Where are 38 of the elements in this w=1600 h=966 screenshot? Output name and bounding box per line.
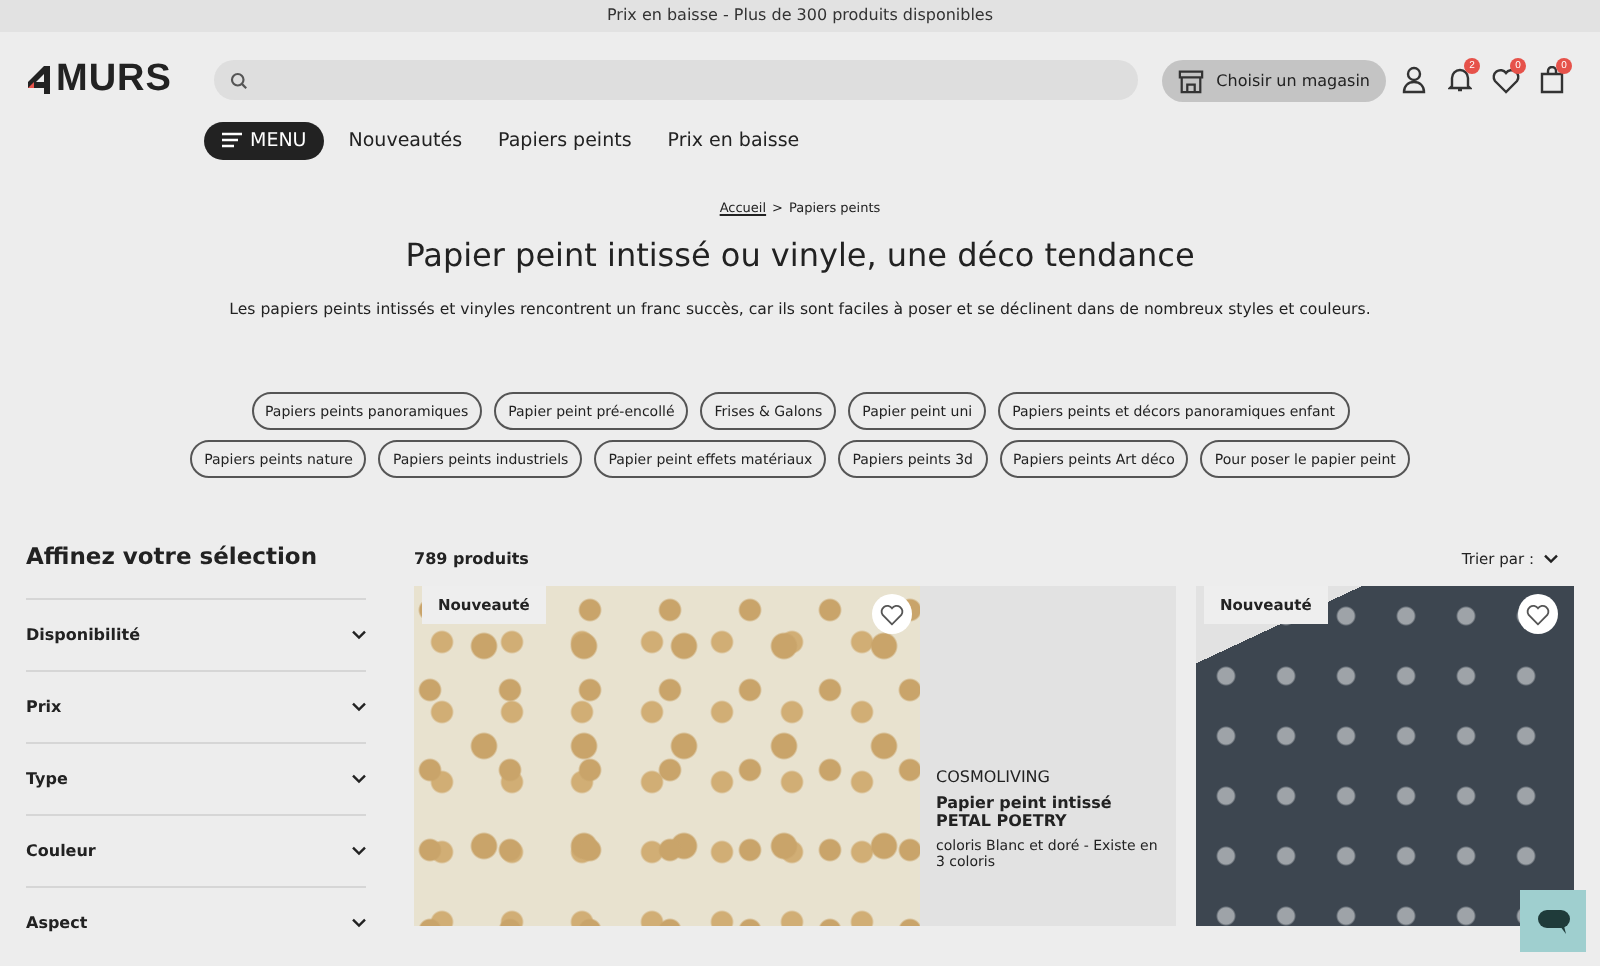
promo-banner: Prix en baisse - Plus de 300 produits disponibles — [0, 0, 1600, 32]
product-count: 789 produits — [414, 550, 529, 568]
chat-bubble-icon — [1535, 907, 1571, 935]
heart-icon — [1526, 603, 1550, 625]
filter-accordion[interactable]: Prix — [26, 670, 366, 742]
menu-button[interactable]: MENU — [204, 121, 325, 159]
filter-accordion[interactable]: Aspect — [26, 886, 366, 958]
menu-icon — [222, 132, 242, 148]
bag-icon — [1540, 66, 1564, 94]
chevron-down-icon — [352, 846, 366, 856]
filter-accordion[interactable]: Type — [26, 742, 366, 814]
search-icon — [230, 71, 249, 89]
nav-link[interactable]: Prix en baisse — [667, 129, 800, 151]
store-icon — [1178, 67, 1205, 93]
search-field[interactable] — [214, 60, 1139, 100]
chevron-down-icon — [352, 918, 366, 928]
product-model: PETAL POETRY — [936, 812, 1069, 830]
filter-accordion[interactable]: Disponibilité — [26, 598, 366, 670]
store-button[interactable]: Choisir un magasin — [1162, 59, 1386, 101]
logo-text: MURS — [56, 58, 172, 102]
heart-icon — [880, 603, 904, 625]
user-icon — [1402, 66, 1426, 94]
page-title: Papier peint intissé ou vinyle, une déco tendance — [403, 236, 1197, 274]
filter-accordion[interactable]: Couleur — [26, 814, 366, 886]
product-brand: COSMOLIVING — [936, 768, 1052, 786]
chat-button[interactable] — [1520, 890, 1586, 952]
heart-icon — [1492, 67, 1520, 93]
bell-icon — [1448, 66, 1472, 94]
chevron-down-icon — [352, 774, 366, 784]
nav-link[interactable]: Nouveautés — [348, 129, 463, 151]
site-logo[interactable]: MURS — [26, 58, 201, 102]
chevron-down-icon — [1544, 554, 1558, 564]
product-name: Papier peint intissé — [936, 794, 1114, 812]
chevron-down-icon — [352, 702, 366, 712]
filters-title: Affinez votre sélection — [26, 542, 320, 574]
nav-link[interactable]: Papiers peints — [498, 129, 632, 151]
chevron-down-icon — [352, 630, 366, 640]
logo-mark-icon — [26, 64, 54, 96]
